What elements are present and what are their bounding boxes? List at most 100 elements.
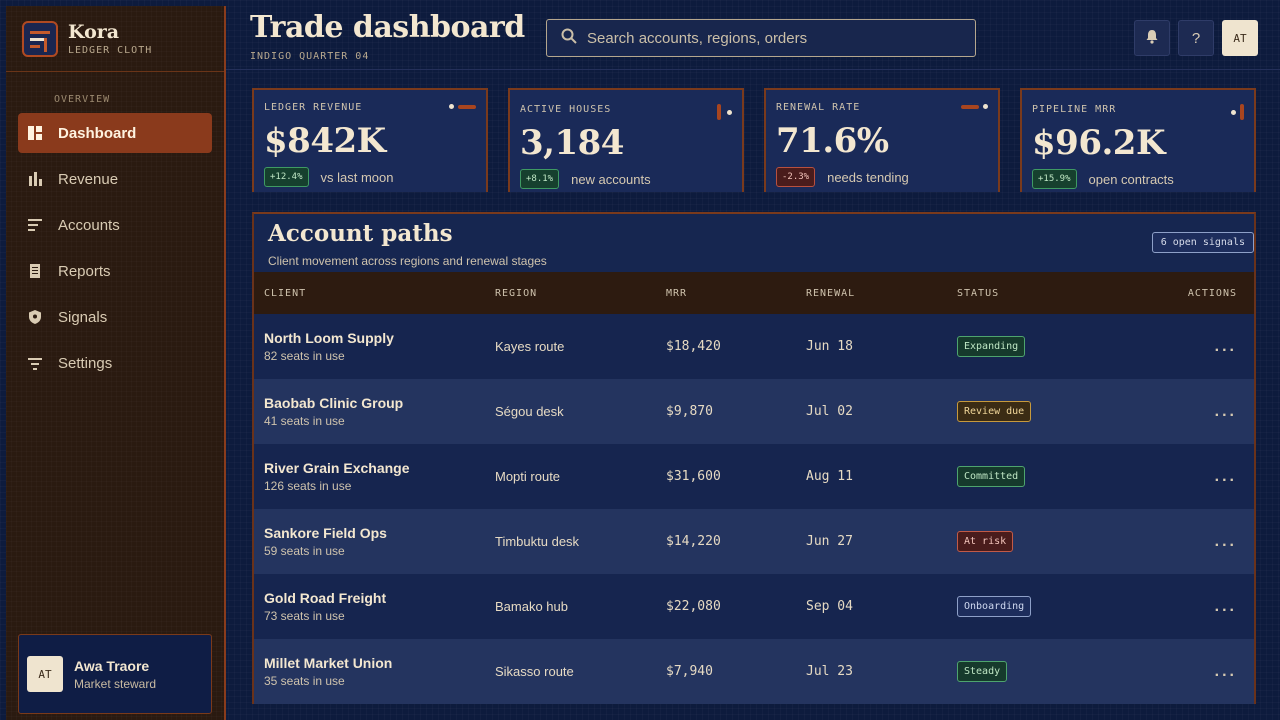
sidebar-item-dashboard[interactable]: Dashboard	[18, 113, 212, 153]
table-row[interactable]: River Grain Exchange 126 seats in use Mo…	[254, 444, 1254, 509]
client-name[interactable]: River Grain Exchange	[264, 460, 495, 476]
sidebar-item-label: Dashboard	[58, 124, 137, 142]
table-row[interactable]: Millet Market Union 35 seats in use Sika…	[254, 639, 1254, 704]
panel-title: Account paths	[268, 220, 453, 247]
more-actions-button[interactable]: ...	[1215, 338, 1237, 355]
region-cell: Timbuktu desk	[495, 534, 580, 549]
renewal-cell: Aug 11	[806, 469, 853, 484]
kpi-card-active-houses[interactable]: ACTIVE HOUSES 3,184 +8.1% new accounts	[508, 88, 744, 192]
filter-icon	[28, 356, 42, 370]
help-button[interactable]: ?	[1178, 20, 1214, 56]
dashboard-icon	[28, 126, 42, 140]
account-paths-panel: Account paths Client movement across reg…	[252, 212, 1256, 704]
mrr-cell: $22,080	[666, 599, 721, 614]
more-actions-button[interactable]: ...	[1215, 403, 1237, 420]
sidebar-item-reports[interactable]: Reports	[18, 251, 212, 291]
client-seats: 82 seats in use	[264, 349, 345, 363]
kpi-label: ACTIVE HOUSES	[520, 104, 612, 115]
user-role: Market steward	[74, 676, 157, 691]
kpi-delta-badge: +15.9%	[1032, 169, 1077, 189]
renewal-cell: Sep 04	[806, 599, 853, 614]
panel-header: Account paths Client movement across reg…	[254, 214, 1254, 272]
column-header-renewal[interactable]: RENEWAL	[806, 288, 957, 299]
table-row[interactable]: North Loom Supply 82 seats in use Kayes …	[254, 314, 1254, 379]
region-cell: Sikasso route	[495, 664, 574, 679]
kpi-value: 3,184	[520, 123, 624, 163]
status-badge: At risk	[957, 531, 1014, 552]
kpi-delta-badge: -2.3%	[776, 167, 816, 187]
kpi-value: $96.2K	[1032, 123, 1166, 163]
column-header-region[interactable]: REGION	[495, 288, 666, 299]
table-row[interactable]: Gold Road Freight 73 seats in use Bamako…	[254, 574, 1254, 639]
kpi-label: LEDGER REVENUE	[264, 102, 363, 113]
client-name[interactable]: Sankore Field Ops	[264, 525, 495, 541]
sidebar-item-label: Accounts	[58, 216, 120, 234]
kpi-decoration	[717, 104, 732, 120]
brand-subtitle: LEDGER CLOTH	[68, 44, 153, 56]
brand[interactable]: Kora LEDGER CLOTH	[6, 6, 224, 72]
nav-section-label: OVERVIEW	[54, 94, 111, 105]
sidebar-item-settings[interactable]: Settings	[18, 343, 212, 383]
document-icon	[28, 264, 42, 278]
open-signals-badge[interactable]: 6 open signals	[1151, 232, 1254, 253]
region-cell: Bamako hub	[495, 599, 568, 614]
search-input[interactable]	[587, 29, 967, 47]
client-seats: 126 seats in use	[264, 479, 352, 493]
sidebar-item-revenue[interactable]: Revenue	[18, 159, 212, 199]
more-actions-button[interactable]: ...	[1215, 468, 1237, 485]
client-seats: 35 seats in use	[264, 674, 345, 688]
kpi-card-ledger-revenue[interactable]: LEDGER REVENUE $842K +12.4% vs last moon	[252, 88, 488, 192]
bell-icon	[1145, 29, 1159, 48]
mrr-cell: $31,600	[666, 469, 721, 484]
client-seats: 41 seats in use	[264, 414, 345, 428]
column-header-actions: ACTIONS	[1187, 287, 1237, 299]
client-name[interactable]: Millet Market Union	[264, 655, 495, 671]
account-avatar-button[interactable]: AT	[1222, 20, 1258, 56]
region-cell: Mopti route	[495, 469, 561, 484]
brand-logo-icon	[22, 20, 58, 57]
kpi-value: $842K	[264, 121, 386, 161]
client-seats: 59 seats in use	[264, 544, 345, 558]
more-actions-button[interactable]: ...	[1215, 533, 1237, 550]
client-name[interactable]: North Loom Supply	[264, 330, 495, 346]
sidebar: Kora LEDGER CLOTH OVERVIEW Dashboard Rev…	[6, 6, 226, 720]
help-icon: ?	[1191, 29, 1201, 47]
avatar: AT	[27, 656, 63, 692]
column-header-mrr[interactable]: MRR	[666, 288, 806, 299]
header: Trade dashboard INDIGO QUARTER 04 ? AT	[226, 0, 1280, 70]
search-icon	[561, 28, 577, 49]
renewal-cell: Jul 02	[806, 404, 853, 419]
kpi-card-renewal-rate[interactable]: RENEWAL RATE 71.6% -2.3% needs tending	[764, 88, 1000, 192]
more-actions-button[interactable]: ...	[1215, 663, 1237, 680]
kpi-decoration	[1231, 104, 1244, 120]
status-badge: Steady	[957, 661, 1008, 682]
table-row[interactable]: Baobab Clinic Group 41 seats in use Ségo…	[254, 379, 1254, 444]
sidebar-item-label: Settings	[58, 354, 113, 372]
kpi-card-pipeline-mrr[interactable]: PIPELINE MRR $96.2K +15.9% open contract…	[1020, 88, 1256, 192]
column-header-status[interactable]: STATUS	[957, 288, 1187, 299]
more-actions-button[interactable]: ...	[1215, 598, 1237, 615]
sidebar-item-signals[interactable]: Signals	[18, 297, 212, 337]
table-row[interactable]: Sankore Field Ops 59 seats in use Timbuk…	[254, 509, 1254, 574]
client-name[interactable]: Gold Road Freight	[264, 590, 495, 606]
shield-icon	[28, 310, 42, 324]
renewal-cell: Jul 23	[806, 664, 853, 679]
mrr-cell: $14,220	[666, 534, 721, 549]
notifications-button[interactable]	[1134, 20, 1170, 56]
status-badge: Expanding	[957, 336, 1026, 357]
user-name: Awa Traore	[74, 657, 150, 674]
mrr-cell: $9,870	[666, 404, 713, 419]
client-name[interactable]: Baobab Clinic Group	[264, 395, 495, 411]
kpi-delta-badge: +8.1%	[520, 169, 560, 189]
search-bar[interactable]	[546, 19, 976, 57]
page-title: Trade dashboard	[250, 10, 525, 45]
table-header: CLIENT REGION MRR RENEWAL STATUS ACTIONS	[254, 272, 1254, 314]
user-card[interactable]: AT Awa Traore Market steward	[18, 634, 212, 714]
region-cell: Kayes route	[495, 339, 565, 354]
column-header-client[interactable]: CLIENT	[254, 288, 495, 299]
mrr-cell: $7,940	[666, 664, 713, 679]
page-subtitle: INDIGO QUARTER 04	[250, 51, 370, 62]
kpi-note: needs tending	[827, 169, 909, 185]
sidebar-item-accounts[interactable]: Accounts	[18, 205, 212, 245]
sidebar-item-label: Signals	[58, 308, 108, 326]
